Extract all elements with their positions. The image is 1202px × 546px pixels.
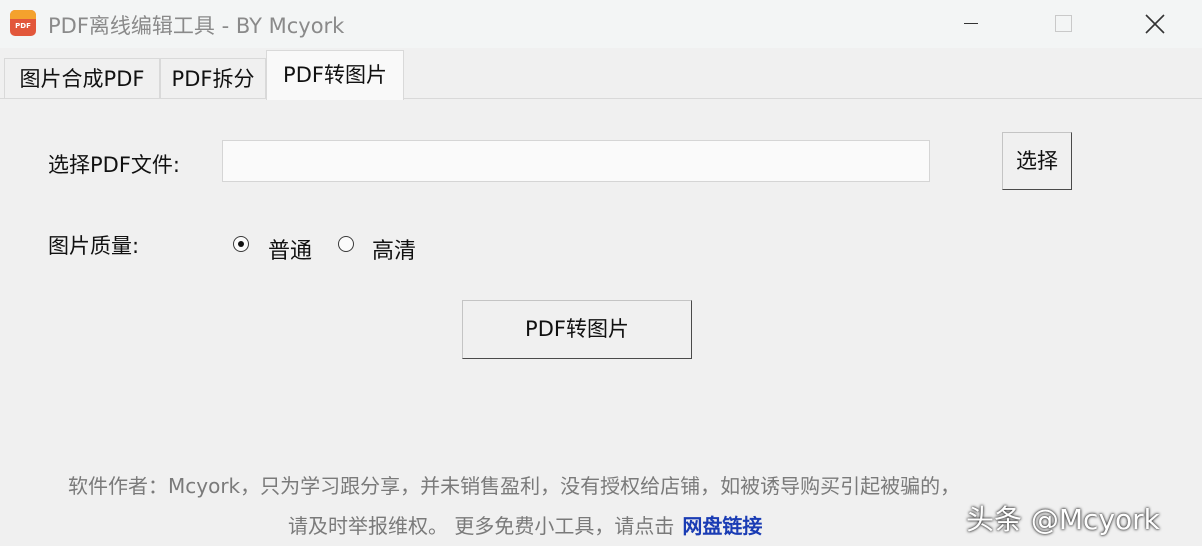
tab-image-to-pdf[interactable]: 图片合成PDF — [4, 58, 160, 98]
quality-hd-radio[interactable] — [338, 236, 354, 252]
tab-pdf-to-image[interactable]: PDF转图片 — [266, 50, 404, 100]
minimize-icon — [964, 23, 978, 24]
minimize-button[interactable] — [946, 0, 992, 48]
radio-selected-dot — [238, 241, 244, 247]
quality-label: 图片质量: — [48, 234, 140, 258]
quality-normal-radio[interactable] — [233, 236, 249, 252]
footer-notice-line2: 请及时举报维权。 更多免费小工具，请点击 网盘链接 — [288, 510, 762, 539]
footer-notice-text: 请及时举报维权。 更多免费小工具，请点击 — [288, 514, 675, 538]
convert-button[interactable]: PDF转图片 — [462, 300, 692, 359]
window-title: PDF离线编辑工具 - BY Mcyork — [48, 14, 345, 38]
quality-hd-label[interactable]: 高清 — [372, 233, 416, 265]
file-label: 选择PDF文件: — [48, 153, 180, 177]
footer-notice-line1: 软件作者：Mcyork，只为学习跟分享，并未销售盈利，没有授权给店铺，如被诱导购… — [68, 474, 961, 498]
app-window: PDF PDF离线编辑工具 - BY Mcyork 图片合成PDF PDF拆分 … — [0, 0, 1202, 546]
select-file-button[interactable]: 选择 — [1002, 132, 1072, 190]
close-button[interactable] — [1132, 0, 1178, 48]
title-bar: PDF PDF离线编辑工具 - BY Mcyork — [0, 0, 1202, 48]
file-path-input[interactable] — [222, 140, 930, 182]
close-icon — [1145, 14, 1165, 34]
pdf-app-icon: PDF — [10, 10, 36, 36]
watermark-text: 头条 @Mcyork — [966, 503, 1160, 536]
maximize-icon — [1055, 15, 1072, 32]
tab-pdf-split[interactable]: PDF拆分 — [160, 58, 266, 98]
quality-normal-label[interactable]: 普通 — [268, 233, 312, 265]
maximize-button[interactable] — [1040, 0, 1086, 48]
netdisk-link[interactable]: 网盘链接 — [682, 514, 762, 538]
